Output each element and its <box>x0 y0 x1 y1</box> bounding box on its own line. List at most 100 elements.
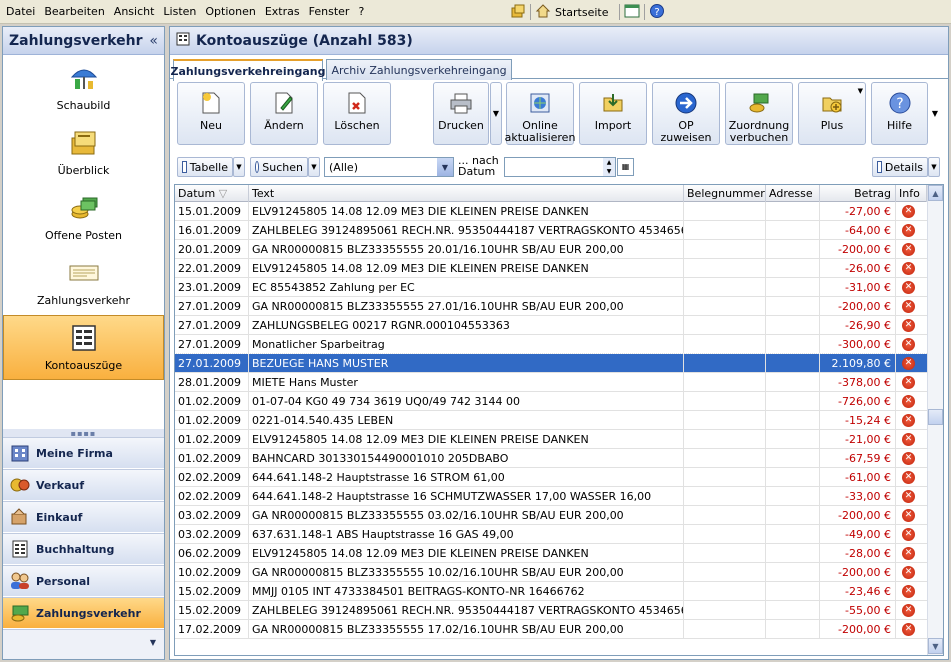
hilfe-button[interactable]: ? Hilfe <box>871 82 928 145</box>
menu-extras[interactable]: Extras <box>265 5 300 18</box>
table-row[interactable]: 27.01.2009 Monatlicher Sparbeitrag -300,00… <box>175 335 927 354</box>
menu-optionen[interactable]: Optionen <box>205 5 255 18</box>
unassigned-x-icon[interactable]: ✕ <box>902 623 915 636</box>
col-info[interactable]: Info <box>896 185 927 202</box>
panel-splitter[interactable]: ▪▪▪▪ <box>3 429 164 438</box>
plus-button[interactable]: Plus ▼ <box>798 82 866 145</box>
unassigned-x-icon[interactable]: ✕ <box>902 547 915 560</box>
menu-ansicht[interactable]: Ansicht <box>114 5 155 18</box>
toolbar-overflow-dropdown[interactable]: ▼ <box>929 82 941 145</box>
nav-item-offene-posten[interactable]: Offene Posten <box>3 185 164 250</box>
unassigned-x-icon[interactable]: ✕ <box>902 414 915 427</box>
menu-help[interactable]: ? <box>358 5 364 18</box>
online-aktualisieren-button[interactable]: Online aktualisieren <box>505 82 575 145</box>
collapse-icon[interactable]: « <box>149 33 158 49</box>
menu-fenster[interactable]: Fenster <box>309 5 350 18</box>
aendern-button[interactable]: Ändern <box>250 82 318 145</box>
filter-select[interactable]: (Alle) ▼ <box>324 157 454 177</box>
import-button[interactable]: Import <box>579 82 647 145</box>
table-row[interactable]: 03.02.2009 GA NR00000815 BLZ33355555 03.0… <box>175 506 927 525</box>
unassigned-x-icon[interactable]: ✕ <box>902 585 915 598</box>
section-verkauf[interactable]: Verkauf <box>3 469 164 500</box>
drucken-dropdown[interactable]: ▼ <box>490 82 502 145</box>
table-row[interactable]: 17.02.2009 GA NR00000815 BLZ33355555 17.0… <box>175 620 927 639</box>
loeschen-button[interactable]: Löschen <box>323 82 391 145</box>
op-zuweisen-button[interactable]: OP zuweisen <box>652 82 720 145</box>
unassigned-x-icon[interactable]: ✕ <box>902 262 915 275</box>
unassigned-x-icon[interactable]: ✕ <box>902 452 915 465</box>
vertical-scrollbar[interactable]: ▲ ▼ <box>927 185 943 655</box>
unassigned-x-icon[interactable]: ✕ <box>902 509 915 522</box>
tab-zahlungsverkehreingang[interactable]: Zahlungsverkehreingang <box>171 59 325 81</box>
table-row[interactable]: 10.02.2009 GA NR00000815 BLZ33355555 10.0… <box>175 563 927 582</box>
table-row[interactable]: 01.02.2009 01-07-04 KG0 49 734 3619 UQ0/4… <box>175 392 927 411</box>
overflow-chevron-icon[interactable]: ▼ <box>150 638 156 647</box>
unassigned-x-icon[interactable]: ✕ <box>902 319 915 332</box>
scroll-thumb[interactable] <box>928 409 943 425</box>
table-row[interactable]: 23.01.2009 EC 85543852 Zahlung per EC -31,… <box>175 278 927 297</box>
table-row[interactable]: 27.01.2009 GA NR00000815 BLZ33355555 27.0… <box>175 297 927 316</box>
table-row[interactable]: 15.01.2009 ELV91245805 14.08 12.09 ME3 DI… <box>175 202 927 221</box>
col-belegnummern[interactable]: Belegnummern <box>684 185 766 202</box>
section-zahlungsverkehr[interactable]: Zahlungsverkehr <box>3 597 164 628</box>
date-input[interactable]: ▲ ▼ <box>504 157 616 177</box>
section-buchhaltung[interactable]: Buchhaltung <box>3 533 164 564</box>
table-row[interactable]: 06.02.2009 ELV91245805 14.08 12.09 ME3 DI… <box>175 544 927 563</box>
table-row[interactable]: 01.02.2009 BAHNCARD 301330154490001010 20… <box>175 449 927 468</box>
help-icon[interactable]: ? <box>649 3 665 22</box>
drucken-button[interactable]: Drucken <box>433 82 489 145</box>
window-icon[interactable] <box>624 3 640 22</box>
details-button[interactable]: Details <box>872 157 928 177</box>
unassigned-x-icon[interactable]: ✕ <box>902 490 915 503</box>
unassigned-x-icon[interactable]: ✕ <box>902 205 915 218</box>
unassigned-x-icon[interactable]: ✕ <box>902 281 915 294</box>
menu-listen[interactable]: Listen <box>163 5 196 18</box>
unassigned-x-icon[interactable]: ✕ <box>902 224 915 237</box>
menu-bearbeiten[interactable]: Bearbeiten <box>44 5 104 18</box>
calendar-icon[interactable]: ▦ <box>617 158 634 176</box>
table-row[interactable]: 02.02.2009 644.641.148-2 Hauptstrasse 16 … <box>175 468 927 487</box>
nav-item-schaubild[interactable]: Schaubild <box>3 55 164 120</box>
tab-archiv[interactable]: Archiv Zahlungsverkehreingang <box>326 59 512 80</box>
scroll-down-icon[interactable]: ▼ <box>928 638 943 654</box>
unassigned-x-icon[interactable]: ✕ <box>902 395 915 408</box>
table-row[interactable]: 15.02.2009 MMJJ 0105 INT 4733384501 BEITR… <box>175 582 927 601</box>
unassigned-x-icon[interactable]: ✕ <box>902 243 915 256</box>
section-personal[interactable]: Personal <box>3 565 164 596</box>
unassigned-x-icon[interactable]: ✕ <box>902 604 915 617</box>
unassigned-x-icon[interactable]: ✕ <box>902 433 915 446</box>
suchen-button[interactable]: Suchen <box>250 157 308 177</box>
section-einkauf[interactable]: Einkauf <box>3 501 164 532</box>
scroll-up-icon[interactable]: ▲ <box>928 185 943 201</box>
home-icon[interactable] <box>535 3 551 22</box>
tabelle-button[interactable]: Tabelle <box>177 157 233 177</box>
table-row[interactable]: 01.02.2009 0221-014.540.435 LEBEN -15,24 €… <box>175 411 927 430</box>
section-meine-firma[interactable]: Meine Firma <box>3 437 164 468</box>
nav-item-ueberblick[interactable]: Überblick <box>3 120 164 185</box>
menu-datei[interactable]: Datei <box>6 5 35 18</box>
col-betrag[interactable]: Betrag <box>820 185 896 202</box>
table-row[interactable]: 27.01.2009 ZAHLUNGSBELEG 00217 RGNR.00010… <box>175 316 927 335</box>
table-row[interactable]: 28.01.2009 MIETE Hans Muster -378,00 € ✕ <box>175 373 927 392</box>
table-row[interactable]: 27.01.2009 BEZUEGE HANS MUSTER 2.109,80 € ✕ <box>175 353 928 374</box>
table-row[interactable]: 02.02.2009 644.641.148-2 Hauptstrasse 16 … <box>175 487 927 506</box>
unassigned-x-icon[interactable]: ✕ <box>902 471 915 484</box>
table-row[interactable]: 16.01.2009 ZAHLBELEG 39124895061 RECH.NR.… <box>175 221 927 240</box>
table-row[interactable]: 20.01.2009 GA NR00000815 BLZ33355555 20.0… <box>175 240 927 259</box>
unassigned-x-icon[interactable]: ✕ <box>902 566 915 579</box>
col-adresse[interactable]: Adresse <box>766 185 820 202</box>
table-row[interactable]: 03.02.2009 637.631.148-1 ABS Hauptstrasse… <box>175 525 927 544</box>
suchen-dropdown[interactable]: ▼ <box>308 157 320 177</box>
col-datum[interactable]: Datum ▽ <box>175 185 249 202</box>
table-row[interactable]: 15.02.2009 ZAHLBELEG 39124895061 RECH.NR.… <box>175 601 927 620</box>
unassigned-x-icon[interactable]: ✕ <box>902 300 915 313</box>
plus-dropdown-icon[interactable]: ▼ <box>858 85 863 97</box>
unassigned-x-icon[interactable]: ✕ <box>902 528 915 541</box>
nav-item-zahlungsverkehr[interactable]: Zahlungsverkehr <box>3 250 164 315</box>
shortcut-icon[interactable] <box>510 3 526 22</box>
tabelle-dropdown[interactable]: ▼ <box>233 157 245 177</box>
neu-button[interactable]: Neu <box>177 82 245 145</box>
details-dropdown[interactable]: ▼ <box>928 157 940 177</box>
table-row[interactable]: 01.02.2009 ELV91245805 14.08 12.09 ME3 DI… <box>175 430 927 449</box>
col-text[interactable]: Text <box>249 185 684 202</box>
